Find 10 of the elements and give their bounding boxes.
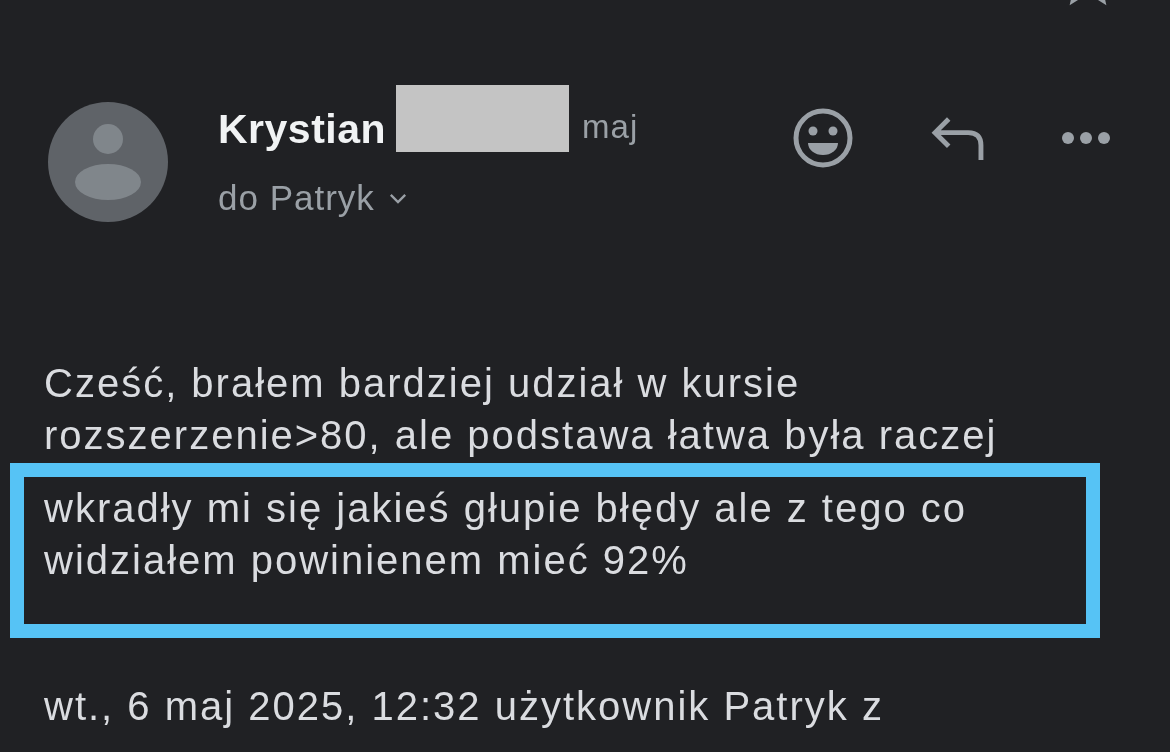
message-date: maj [582, 107, 639, 147]
quote-header: wt., 6 maj 2025, 12:32 użytkownik Patryk z [44, 683, 884, 730]
more-icon[interactable] [1062, 132, 1110, 144]
message-text: Cześć, brałem bardziej udział w kursie rozszerzenie>80, ale podstawa łatwa była raczej [44, 360, 999, 459]
sender-name: Krystian [218, 106, 387, 152]
smiley-icon[interactable] [793, 108, 853, 168]
chevron-down-icon[interactable] [388, 192, 407, 204]
recipient-label[interactable]: do Patryk [218, 178, 375, 218]
reply-icon[interactable] [931, 116, 984, 160]
highlighted-text: wkradły mi się jakieś głupie błędy ale z tego co widziałem powinienem mieć 92% [44, 485, 969, 584]
